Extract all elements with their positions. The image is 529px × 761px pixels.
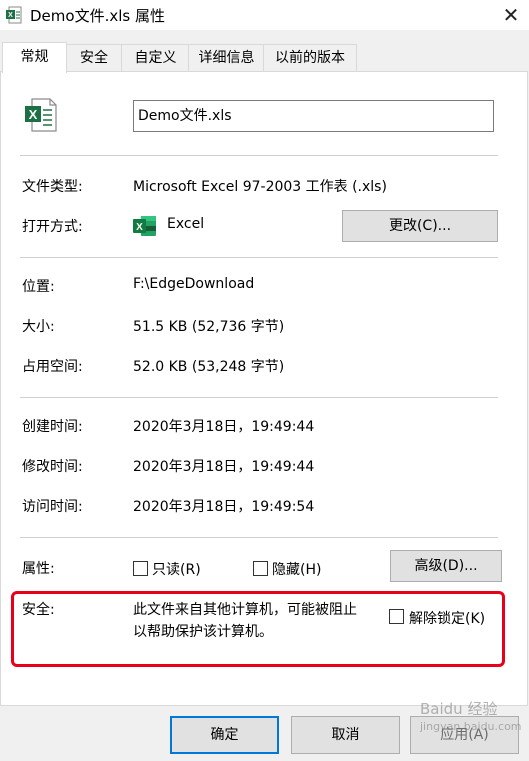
file-type-label: 文件类型: xyxy=(22,179,83,195)
advanced-button[interactable]: 高级(D)... xyxy=(390,550,502,582)
divider xyxy=(20,257,498,258)
svg-text:X: X xyxy=(29,107,38,122)
excel-app-icon: X xyxy=(133,216,156,236)
divider xyxy=(20,397,498,398)
hidden-checkbox[interactable] xyxy=(253,561,268,576)
location-label: 位置: xyxy=(22,279,55,295)
attributes-label: 属性: xyxy=(22,561,55,577)
tab-general[interactable]: 常规 xyxy=(2,42,67,73)
change-button[interactable]: 更改(C)... xyxy=(342,210,498,242)
modified-value: 2020年3月18日，19:49:44 xyxy=(133,459,315,475)
tab-security[interactable]: 安全 xyxy=(65,44,123,71)
size-on-disk-value: 52.0 KB (53,248 字节) xyxy=(133,359,285,375)
opens-with-app: Excel xyxy=(167,216,205,232)
readonly-label[interactable]: 只读(R) xyxy=(152,559,201,579)
watermark: Baidu 经验 jingyan.baidu.com xyxy=(420,700,525,758)
created-value: 2020年3月18日，19:49:44 xyxy=(133,419,315,435)
created-label: 创建时间: xyxy=(22,419,83,435)
modified-label: 修改时间: xyxy=(22,459,83,475)
accessed-value: 2020年3月18日，19:49:54 xyxy=(133,499,315,515)
excel-file-icon: X xyxy=(25,98,57,132)
tab-details[interactable]: 详细信息 xyxy=(188,44,265,71)
size-on-disk-label: 占用空间: xyxy=(22,359,83,375)
divider xyxy=(20,537,498,538)
svg-text:X: X xyxy=(136,222,143,233)
size-value: 51.5 KB (52,736 字节) xyxy=(133,319,285,335)
close-icon[interactable]: ✕ xyxy=(497,2,525,28)
svg-text:X: X xyxy=(8,12,13,19)
opens-with-label: 打开方式: xyxy=(22,219,83,235)
location-value: F:\EdgeDownload xyxy=(133,276,255,292)
readonly-checkbox[interactable] xyxy=(133,561,148,576)
tab-custom[interactable]: 自定义 xyxy=(121,44,190,71)
filename-field[interactable]: Demo文件.xls xyxy=(133,100,494,132)
window-title: Demo文件.xls 属性 xyxy=(30,7,165,25)
hidden-label[interactable]: 隐藏(H) xyxy=(272,559,321,579)
tab-previous-versions[interactable]: 以前的版本 xyxy=(263,44,357,71)
file-type-value: Microsoft Excel 97-2003 工作表 (.xls) xyxy=(133,179,387,195)
accessed-label: 访问时间: xyxy=(22,499,83,515)
excel-file-icon: X xyxy=(6,6,22,24)
ok-button[interactable]: 确定 xyxy=(170,716,279,754)
security-highlight-box xyxy=(11,591,505,667)
title-bar: X Demo文件.xls 属性 ✕ xyxy=(0,0,529,30)
size-label: 大小: xyxy=(22,319,55,335)
watermark-line1: Baidu 经验 xyxy=(420,700,498,718)
cancel-button[interactable]: 取消 xyxy=(291,716,400,754)
divider xyxy=(20,155,498,156)
watermark-line2: jingyan.baidu.com xyxy=(420,720,522,733)
